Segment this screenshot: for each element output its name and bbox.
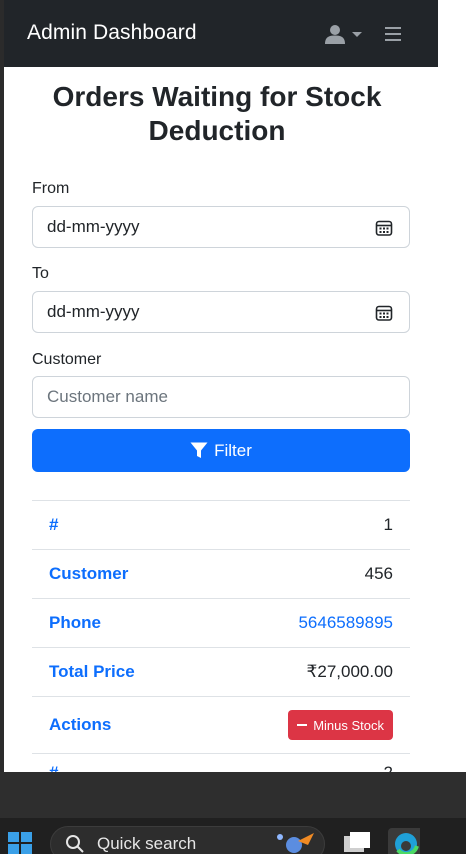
page-title: Orders Waiting for Stock Deduction [52, 81, 382, 146]
user-icon [325, 25, 345, 44]
task-view-icon[interactable] [340, 828, 372, 854]
row-key: Actions [49, 715, 112, 734]
calendar-icon[interactable] [375, 219, 393, 237]
row-key: Phone [49, 613, 101, 632]
search-text: Quick search [97, 834, 197, 853]
taskbar: Quick search [0, 818, 466, 854]
navbar-brand[interactable]: Admin Dashboard [27, 21, 197, 45]
phone-link[interactable]: 5646589895 [298, 613, 393, 633]
edge-browser-icon[interactable] [388, 828, 420, 854]
customer-label: Customer [32, 351, 102, 368]
minus-stock-button[interactable]: Minus Stock [288, 710, 393, 740]
to-label: To [32, 265, 49, 282]
desktop-background [0, 772, 466, 818]
customer-name-input[interactable]: Customer name [32, 376, 410, 418]
table-row: Phone 5646589895 [32, 598, 410, 647]
windows-start-icon[interactable] [6, 830, 34, 854]
funnel-icon [190, 442, 208, 458]
row-value: 1 [383, 515, 393, 534]
order-card-table: # 1 Customer 456 Phone 5646589895 Total … [32, 500, 410, 783]
minus-stock-label: Minus Stock [313, 717, 384, 733]
search-icon [66, 835, 84, 853]
minus-icon [297, 724, 308, 726]
table-row: # 1 [32, 500, 410, 549]
from-label: From [32, 180, 70, 197]
to-date-value: dd-mm-yyyy [47, 302, 140, 321]
table-row: Total Price ₹27,000.00 [32, 647, 410, 696]
user-dropdown-toggle[interactable] [324, 22, 364, 46]
chevron-down-icon [352, 31, 362, 37]
calendar-icon[interactable] [375, 304, 393, 322]
filter-button-label: Filter [214, 440, 252, 460]
customer-name-placeholder: Customer name [47, 387, 168, 406]
search-highlight-icon [277, 833, 314, 853]
row-value: 456 [364, 564, 393, 583]
taskbar-search[interactable]: Quick search [50, 826, 325, 854]
filter-button[interactable]: Filter [32, 429, 410, 472]
hamburger-menu-icon[interactable] [384, 25, 402, 43]
table-row: Customer 456 [32, 549, 410, 598]
row-value: ₹27,000.00 [306, 662, 393, 681]
row-key: Total Price [49, 662, 135, 681]
from-date-value: dd-mm-yyyy [47, 217, 140, 236]
navbar: Admin Dashboard [4, 0, 438, 67]
table-row: Actions Minus Stock [32, 696, 410, 753]
row-key: Customer [49, 564, 129, 583]
row-key: # [49, 515, 59, 534]
from-date-input[interactable]: dd-mm-yyyy [32, 206, 410, 248]
to-date-input[interactable]: dd-mm-yyyy [32, 291, 410, 333]
